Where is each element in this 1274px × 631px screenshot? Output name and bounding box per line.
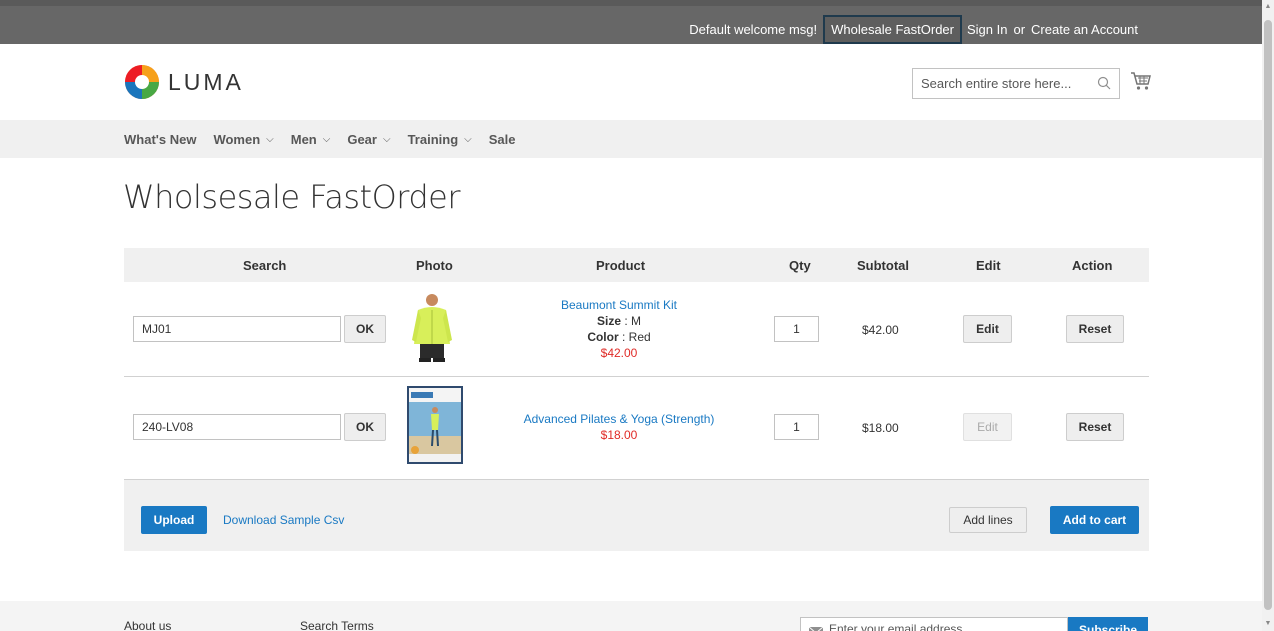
footer-link-about-us[interactable]: About us [124,619,171,631]
newsletter-email-input[interactable] [829,622,1059,631]
edit-button-disabled: Edit [963,413,1012,441]
actions-bar: Upload Download Sample Csv Add lines Add… [124,480,1149,551]
or-text: or [1013,22,1026,37]
nav-item-label: Women [213,132,261,147]
product-photo-dvd[interactable] [407,386,463,464]
chevron-down-icon: ⌵ [266,134,274,145]
header-links: Default welcome msg! Wholesale FastOrder… [689,15,1138,44]
add-to-cart-button[interactable]: Add to cart [1050,506,1139,534]
download-sample-csv-link[interactable]: Download Sample Csv [223,513,344,527]
footer-link-search-terms[interactable]: Search Terms [300,619,374,631]
nav-item-label: Men [290,132,317,147]
add-lines-button[interactable]: Add lines [949,507,1027,533]
column-header-qty: Qty [789,258,811,273]
scroll-down-arrow-icon[interactable]: ▼ [1262,617,1274,631]
product-details: Advanced Pilates & Yoga (Strength) $18.0… [519,411,719,443]
nav-item-label: Sale [488,132,516,147]
search-box [912,68,1120,99]
page-title: Wholsesale FastOrder [123,178,461,216]
product-photo-jacket[interactable] [410,292,454,364]
nav-item-whats-new[interactable]: What's New [124,132,196,147]
luma-logo-icon [125,65,159,99]
scrollbar-thumb[interactable] [1264,20,1272,610]
subscribe-button[interactable]: Subscribe [1068,617,1148,631]
chevron-down-icon: ⌵ [322,134,331,145]
column-header-search: Search [243,258,287,273]
site-header: LUMA [0,44,1262,120]
subtotal-value: $42.00 [862,323,899,337]
nav-item-women[interactable]: Women ⌵ [213,132,273,147]
reset-button[interactable]: Reset [1066,413,1124,441]
column-header-product: Product [596,258,646,273]
main-navigation: What's New Women ⌵ Men ⌵ Gear ⌵ Training ⌵ S… [0,120,1262,158]
chevron-down-icon: ⌵ [382,134,391,145]
nav-item-label: Training [407,132,459,147]
sign-in-link[interactable]: Sign In [967,22,1007,37]
sku-search-input[interactable] [133,414,341,440]
size-value: : M [624,314,642,328]
size-label: Size [596,314,621,328]
cart-icon[interactable] [1130,71,1152,91]
table-row: OK Advanced Pilates & Yoga (Strength) $1… [124,377,1149,480]
fastorder-table: Search Photo Product Qty Subtotal Edit A… [124,248,1149,480]
mail-icon [809,627,823,631]
product-name-link[interactable]: Advanced Pilates & Yoga (Strength) [519,411,719,427]
product-color-option: Color : Red [519,329,719,345]
top-bar: Default welcome msg! Wholesale FastOrder… [0,0,1262,44]
ok-button[interactable]: OK [344,315,386,343]
welcome-message: Default welcome msg! [689,22,818,37]
wholesale-fastorder-link[interactable]: Wholesale FastOrder [823,15,962,44]
column-header-edit: Edit [976,258,1001,273]
nav-item-sale[interactable]: Sale [489,132,516,147]
qty-input[interactable]: 1 [774,414,819,440]
product-price: $18.00 [600,428,638,442]
site-footer: About us Search Terms Subscribe [0,601,1262,631]
color-value: : Red [622,330,651,344]
create-account-link[interactable]: Create an Account [1031,22,1138,37]
scroll-up-arrow-icon[interactable]: ▲ [1262,0,1274,14]
color-label: Color [587,330,619,344]
table-row: OK Beaumont Summit Kit Size : M Color : … [124,282,1149,377]
product-details: Beaumont Summit Kit Size : M Color : Red… [519,297,719,361]
sku-search-input[interactable] [133,316,341,342]
column-header-subtotal: Subtotal [857,258,909,273]
product-size-option: Size : M [519,313,719,329]
column-header-action: Action [1072,258,1113,273]
nav-item-label: What's New [124,132,197,147]
newsletter-field [800,617,1068,631]
qty-input[interactable]: 1 [774,316,819,342]
ok-button[interactable]: OK [344,413,386,441]
logo-text: LUMA [168,68,244,95]
nav-item-training[interactable]: Training ⌵ [408,132,472,147]
table-header: Search Photo Product Qty Subtotal Edit A… [124,248,1149,282]
product-price: $42.00 [600,346,638,360]
subtotal-value: $18.00 [862,421,899,435]
search-input[interactable] [913,69,1083,98]
search-icon[interactable] [1097,76,1111,90]
reset-button[interactable]: Reset [1066,315,1124,343]
nav-item-men[interactable]: Men ⌵ [291,132,331,147]
nav-item-label: Gear [347,132,377,147]
store-logo[interactable]: LUMA [124,64,244,100]
upload-button[interactable]: Upload [141,506,207,534]
column-header-photo: Photo [416,258,453,273]
chevron-down-icon: ⌵ [464,134,472,145]
page-scrollbar[interactable]: ▲ ▼ [1262,0,1274,631]
edit-button[interactable]: Edit [963,315,1012,343]
product-name-link[interactable]: Beaumont Summit Kit [519,297,719,313]
nav-item-gear[interactable]: Gear ⌵ [347,132,390,147]
